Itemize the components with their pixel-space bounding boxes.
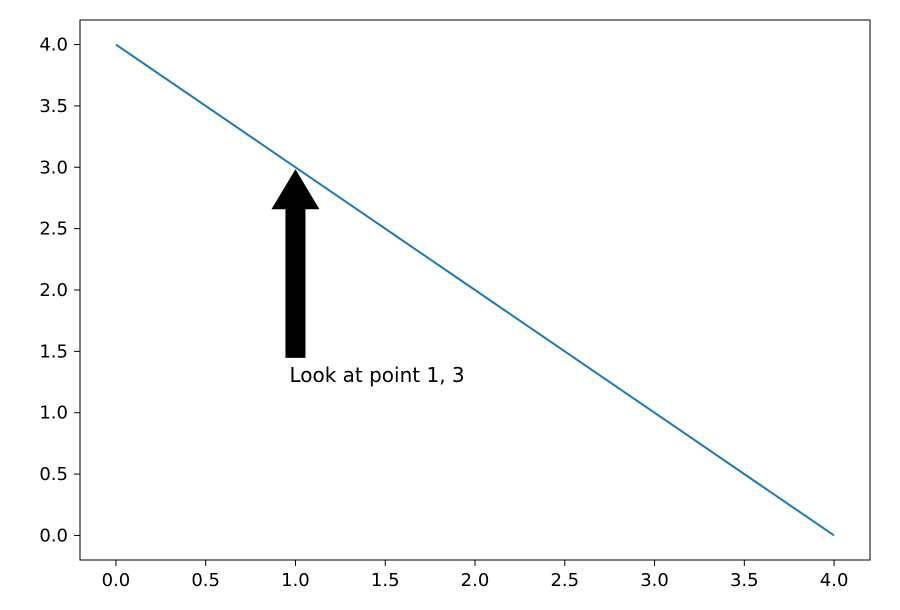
y-tick-label: 3.5 <box>39 96 68 117</box>
x-tick-label: 3.0 <box>640 570 669 591</box>
y-tick-label: 4.0 <box>39 35 68 56</box>
x-tick-label: 0.5 <box>191 570 220 591</box>
x-tick-label: 2.5 <box>550 570 579 591</box>
data-line-series <box>116 45 834 536</box>
chart-svg: 0.0 0.5 1.0 1.5 2.0 2.5 3.0 3.5 4.0 0.0 0.5 1.0 1.5… <box>0 0 900 610</box>
y-tick-label: 2.5 <box>39 219 68 240</box>
x-tick-label: 2.0 <box>461 570 490 591</box>
y-tick-label: 0.5 <box>39 464 68 485</box>
y-tick-label: 1.5 <box>39 341 68 362</box>
y-tick-label: 2.0 <box>39 280 68 301</box>
x-tick-label: 1.0 <box>281 570 310 591</box>
y-axis: 0.0 0.5 1.0 1.5 2.0 2.5 3.0 3.5 4.0 <box>39 35 80 547</box>
x-tick-label: 3.5 <box>730 570 759 591</box>
y-tick-label: 1.0 <box>39 403 68 424</box>
x-tick-label: 4.0 <box>820 570 849 591</box>
chart-container: 0.0 0.5 1.0 1.5 2.0 2.5 3.0 3.5 4.0 0.0 0.5 1.0 1.5… <box>0 0 900 610</box>
x-tick-label: 0.0 <box>102 570 131 591</box>
x-axis: 0.0 0.5 1.0 1.5 2.0 2.5 3.0 3.5 4.0 <box>102 560 849 591</box>
annotation-text: Look at point 1, 3 <box>289 363 464 387</box>
x-tick-label: 1.5 <box>371 570 400 591</box>
y-tick-label: 0.0 <box>39 525 68 546</box>
arrow-up-icon <box>271 169 319 358</box>
y-tick-label: 3.0 <box>39 157 68 178</box>
annotation-arrow-icon <box>271 169 319 358</box>
